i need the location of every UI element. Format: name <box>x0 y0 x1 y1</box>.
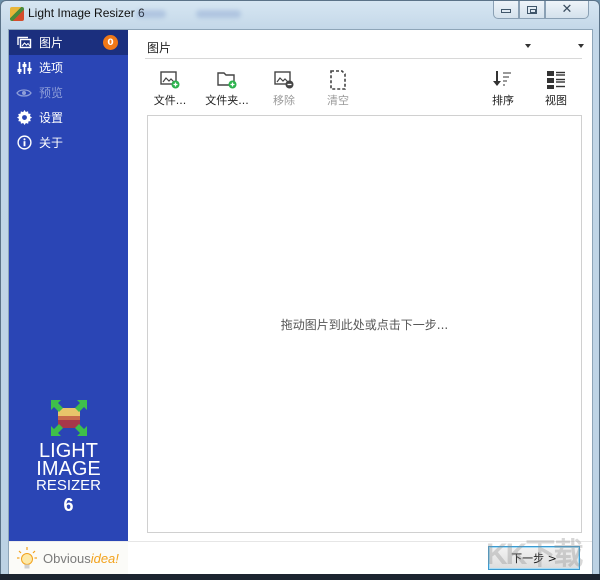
sort-icon <box>492 70 514 90</box>
sidebar-item-label: 预览 <box>39 86 64 100</box>
images-icon <box>16 35 32 51</box>
taskbar-edge <box>0 574 600 580</box>
add-folder-button[interactable]: 文件夹... <box>202 70 252 108</box>
view-list-icon <box>545 70 567 90</box>
add-folder-icon <box>216 70 238 90</box>
gear-icon <box>16 110 32 126</box>
sidebar: 图片 0 选项 预览 设置 关于 LIGHT IMAGE RESIZER 6 <box>9 30 128 541</box>
remove-button[interactable]: 移除 <box>262 70 306 108</box>
vendor-logo[interactable]: Obviousidea! <box>9 541 128 575</box>
blurred-menu <box>136 10 166 18</box>
brand-line: RESIZER <box>35 477 101 494</box>
vendor-name-main: Obvious <box>43 551 91 566</box>
client-area: 图片 0 选项 预览 设置 关于 LIGHT IMAGE RESIZER 6 O… <box>8 29 593 575</box>
brand-line: IMAGE <box>36 458 101 480</box>
app-window: Light Image Resizer 6 ✕ 图片 0 选项 预览 设置 关于… <box>0 0 600 580</box>
view-dropdown-caret-icon[interactable] <box>578 44 584 48</box>
main-panel: 图片 文件... 文件夹... 移除 清空 排序 视图 拖动图片到此处或点击下一… <box>128 30 592 575</box>
vendor-name: Obviousidea! <box>43 551 119 566</box>
product-logo-icon <box>50 400 87 436</box>
maximize-icon <box>527 5 537 14</box>
sidebar-item-images[interactable]: 图片 0 <box>9 30 128 55</box>
toolbar-label: 视图 <box>545 94 567 107</box>
brand-version: 6 <box>63 495 74 515</box>
app-icon <box>10 7 24 21</box>
images-count-badge: 0 <box>103 35 118 50</box>
add-files-button[interactable]: 文件... <box>148 70 192 108</box>
close-icon: ✕ <box>561 2 573 17</box>
title-bar[interactable]: Light Image Resizer 6 ✕ <box>1 1 599 27</box>
sidebar-item-preview[interactable]: 预览 <box>9 80 128 105</box>
toolbar-label: 排序 <box>492 94 514 107</box>
toolbar-label: 文件... <box>153 94 187 107</box>
add-image-icon <box>159 70 181 90</box>
sort-button[interactable]: 排序 <box>481 70 525 108</box>
window-controls: ✕ <box>493 1 589 21</box>
product-brand: LIGHT IMAGE RESIZER 6 <box>9 400 128 516</box>
toolbar-label: 文件夹... <box>205 94 249 107</box>
lightbulb-icon <box>17 546 37 571</box>
remove-image-icon <box>273 70 295 90</box>
sidebar-item-label: 图片 <box>39 36 64 50</box>
clear-button[interactable]: 清空 <box>316 70 360 108</box>
eye-icon <box>16 85 32 101</box>
toolbar-label: 清空 <box>327 94 349 107</box>
minimize-button[interactable] <box>493 1 519 19</box>
sidebar-item-about[interactable]: 关于 <box>9 130 128 155</box>
sidebar-item-label: 选项 <box>39 61 64 75</box>
sidebar-item-label: 设置 <box>39 111 64 125</box>
maximize-button[interactable] <box>519 1 545 19</box>
clear-icon <box>327 70 349 90</box>
page-title: 图片 <box>147 41 172 55</box>
window-title: Light Image Resizer 6 <box>28 6 145 20</box>
sidebar-item-settings[interactable]: 设置 <box>9 105 128 130</box>
divider <box>128 541 592 542</box>
drop-zone-hint: 拖动图片到此处或点击下一步... <box>280 318 449 332</box>
vendor-name-accent: idea! <box>90 551 119 566</box>
close-button[interactable]: ✕ <box>545 1 589 19</box>
image-drop-zone[interactable]: 拖动图片到此处或点击下一步... <box>147 115 582 533</box>
sidebar-item-label: 关于 <box>39 136 64 150</box>
sliders-icon <box>16 60 32 76</box>
blurred-menu <box>196 10 241 18</box>
sort-dropdown-caret-icon[interactable] <box>525 44 531 48</box>
minimize-icon <box>501 9 511 13</box>
sidebar-item-options[interactable]: 选项 <box>9 55 128 80</box>
info-icon <box>16 135 32 151</box>
next-step-button[interactable]: 下一步 > <box>488 546 580 570</box>
divider <box>145 58 582 59</box>
toolbar-label: 移除 <box>273 94 295 107</box>
view-button[interactable]: 视图 <box>534 70 578 108</box>
